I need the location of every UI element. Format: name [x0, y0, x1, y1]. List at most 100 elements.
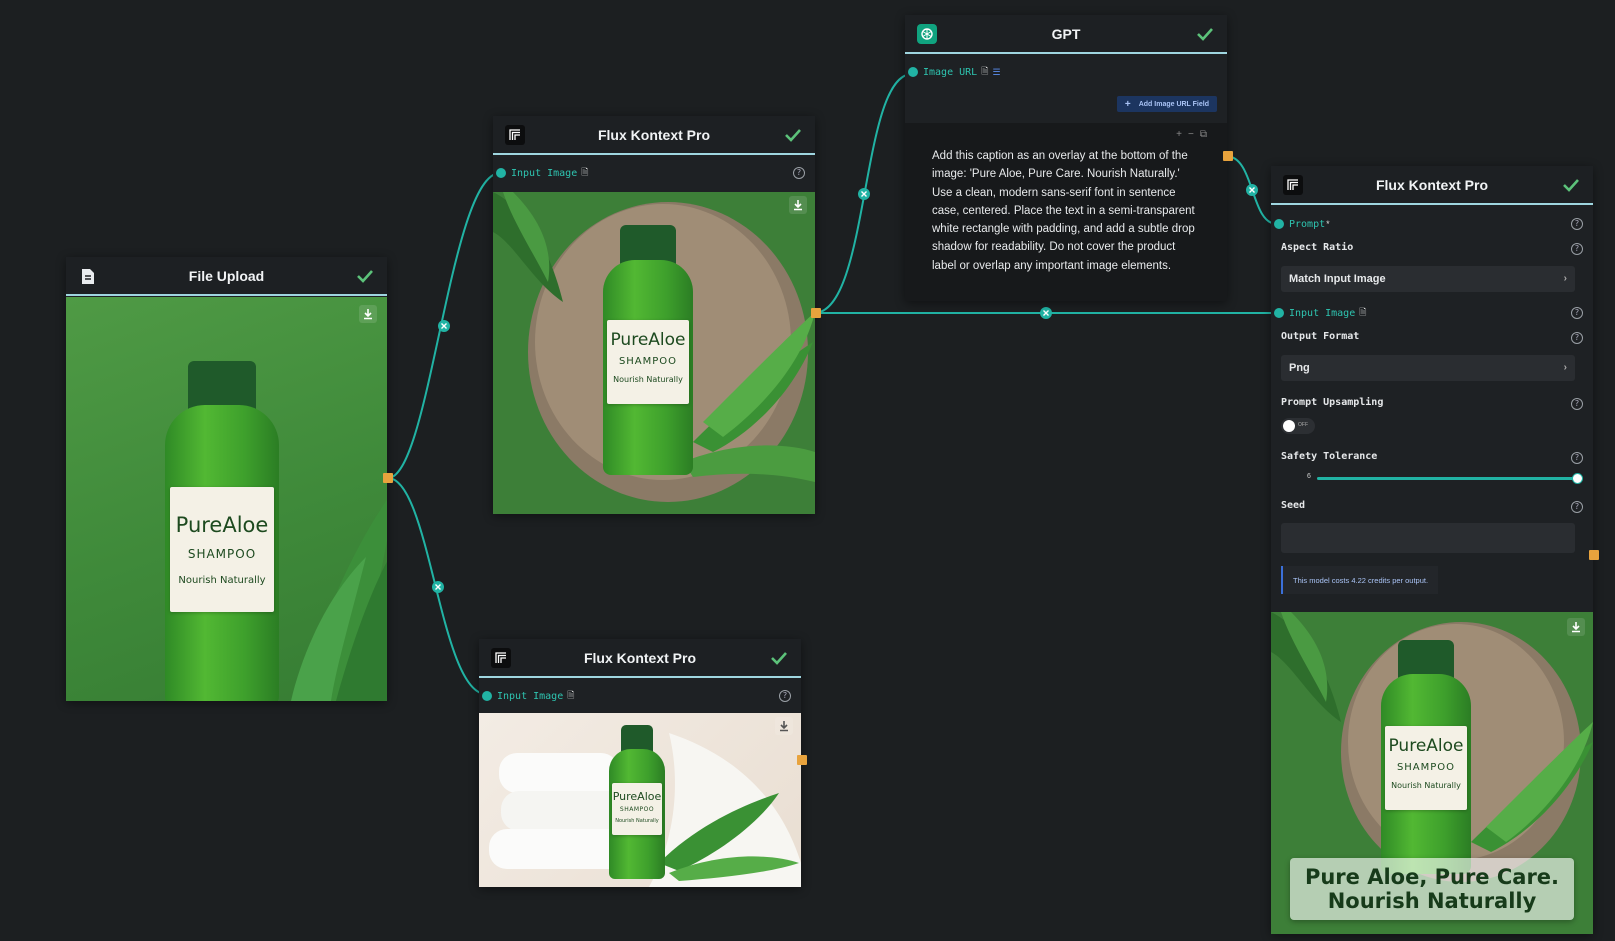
flux-kontext-node-3[interactable]: Flux Kontext Pro Prompt * ? Aspect Ratio…: [1271, 166, 1599, 934]
download-icon[interactable]: [1567, 618, 1585, 636]
prompt-output-area: +−⧉ Add this caption as an overlay at th…: [905, 123, 1227, 301]
label-brand: PureAloe: [1388, 736, 1464, 756]
file-upload-node[interactable]: File Upload PureAloe SHAMPOO Nourish Nat…: [66, 257, 393, 701]
label-tagline: Nourish Naturally: [1391, 781, 1461, 790]
slider-fill: [1317, 477, 1577, 480]
seed-label: Seed: [1281, 500, 1306, 511]
label-type: SHAMPOO: [187, 547, 257, 561]
wire-disconnect-button[interactable]: [858, 188, 870, 200]
help-icon[interactable]: ?: [1571, 501, 1583, 513]
file-icon: 🗎: [1359, 307, 1367, 317]
wire-disconnect-button[interactable]: [1040, 307, 1052, 319]
output-format-label: Output Format: [1281, 331, 1360, 342]
input-port-dot[interactable]: [1274, 219, 1284, 229]
output-image: PureAloe SHAMPOO Nourish Naturally: [479, 713, 801, 887]
node-header[interactable]: Flux Kontext Pro: [479, 639, 801, 678]
prompt-text: Add this caption as an overlay at the bo…: [932, 150, 1195, 272]
node-header[interactable]: File Upload: [66, 257, 387, 296]
flux-kontext-node-1[interactable]: Flux Kontext Pro Input Image 🗎 ? PureAlo…: [493, 116, 821, 514]
help-icon[interactable]: ?: [1571, 398, 1583, 410]
help-icon[interactable]: ?: [1571, 218, 1583, 230]
output-port[interactable]: [383, 473, 393, 483]
help-icon[interactable]: ?: [779, 690, 791, 702]
help-icon[interactable]: ?: [1571, 332, 1583, 344]
aspect-ratio-label: Aspect Ratio: [1281, 242, 1354, 253]
add-image-url-button[interactable]: + Add Image URL Field: [1116, 96, 1217, 112]
bottle-graphic: [188, 361, 256, 411]
port-label: Input Image: [497, 690, 564, 702]
flux-logo-icon: [505, 125, 525, 145]
file-icon: 🗎: [981, 66, 989, 76]
label-brand: PureAloe: [612, 790, 662, 803]
flux-kontext-node-2[interactable]: Flux Kontext Pro Input Image 🗎 ? PureAlo…: [479, 639, 807, 887]
help-icon[interactable]: ?: [1571, 452, 1583, 464]
download-icon[interactable]: [775, 717, 793, 735]
output-port[interactable]: [1223, 151, 1233, 161]
wire-disconnect-button[interactable]: [438, 320, 450, 332]
product-label: PureAloe SHAMPOO Nourish Naturally: [612, 783, 662, 835]
download-icon[interactable]: [789, 196, 807, 214]
download-icon[interactable]: [359, 305, 377, 323]
product-label: PureAloe SHAMPOO Nourish Naturally: [607, 320, 689, 404]
input-port-dot[interactable]: [496, 168, 506, 178]
wire-disconnect-button[interactable]: [432, 581, 444, 593]
port-label: Input Image: [1289, 307, 1356, 319]
product-label: PureAloe SHAMPOO Nourish Naturally: [1385, 726, 1467, 810]
product-label: PureAloe SHAMPOO Nourish Naturally: [170, 487, 274, 612]
prompt-port[interactable]: Prompt * ?: [1271, 212, 1593, 236]
check-icon: [783, 125, 803, 145]
input-port-dot[interactable]: [908, 67, 918, 77]
label-type: SHAMPOO: [619, 806, 655, 813]
output-port[interactable]: [797, 755, 807, 765]
input-image-port[interactable]: Input Image 🗎 ?: [479, 684, 801, 708]
slider-handle[interactable]: [1572, 473, 1583, 484]
prompt-upsampling-toggle[interactable]: OFF: [1281, 418, 1315, 434]
label-tagline: Nourish Naturally: [613, 375, 683, 384]
zoom-controls[interactable]: +−⧉: [1176, 129, 1213, 140]
wire-disconnect-button[interactable]: [1246, 184, 1258, 196]
output-port[interactable]: [1589, 550, 1599, 560]
seed-input[interactable]: [1281, 523, 1575, 553]
input-port-dot[interactable]: [482, 691, 492, 701]
safety-tolerance-slider[interactable]: [1317, 473, 1583, 484]
output-image: PureAloe SHAMPOO Nourish Naturally Pure …: [1271, 612, 1593, 934]
help-icon[interactable]: ?: [1571, 243, 1583, 255]
openai-logo-icon: [917, 24, 937, 44]
required-marker: *: [1326, 219, 1330, 229]
cost-note-text: This model costs 4.22 credits per output…: [1293, 575, 1429, 585]
cost-note: This model costs 4.22 credits per output…: [1281, 566, 1439, 594]
label-type: SHAMPOO: [618, 356, 678, 367]
label-tagline: Nourish Naturally: [615, 818, 659, 824]
output-port[interactable]: [811, 308, 821, 318]
node-header[interactable]: Flux Kontext Pro: [493, 116, 815, 155]
node-header[interactable]: Flux Kontext Pro: [1271, 166, 1593, 205]
help-icon[interactable]: ?: [793, 167, 805, 179]
aspect-ratio-select[interactable]: Match Input Image ›: [1281, 266, 1575, 292]
help-icon[interactable]: ?: [1571, 307, 1583, 319]
toggle-knob: [1283, 420, 1295, 432]
port-label: Prompt: [1289, 218, 1326, 230]
chevron-right-icon: ›: [1563, 273, 1567, 284]
check-icon: [1561, 175, 1581, 195]
uploaded-image: PureAloe SHAMPOO Nourish Naturally: [66, 297, 387, 701]
input-port-dot[interactable]: [1274, 308, 1284, 318]
button-label: Add Image URL Field: [1138, 100, 1209, 108]
port-label: Image URL: [923, 66, 978, 78]
input-image-port[interactable]: Input Image 🗎 ?: [493, 161, 815, 185]
select-value: Png: [1289, 362, 1310, 374]
gpt-node[interactable]: GPT Image URL 🗎 ☰ + Add Image URL Field …: [905, 15, 1233, 301]
plus-icon: +: [1124, 98, 1131, 110]
node-title: Flux Kontext Pro: [597, 126, 710, 143]
document-icon: [78, 266, 98, 286]
output-format-select[interactable]: Png ›: [1281, 355, 1575, 381]
node-header[interactable]: GPT: [905, 15, 1227, 54]
node-title: GPT: [1051, 25, 1081, 42]
image-url-port[interactable]: Image URL 🗎 ☰: [905, 60, 1227, 84]
list-icon[interactable]: ☰: [992, 67, 1000, 78]
caption-line-1: Pure Aloe, Pure Care.: [1304, 865, 1560, 889]
chevron-right-icon: ›: [1563, 362, 1567, 373]
input-image-port[interactable]: Input Image 🗎 ?: [1271, 301, 1593, 325]
check-icon: [1195, 24, 1215, 44]
caption-line-2: Nourish Naturally: [1327, 889, 1537, 913]
label-brand: PureAloe: [175, 513, 269, 537]
